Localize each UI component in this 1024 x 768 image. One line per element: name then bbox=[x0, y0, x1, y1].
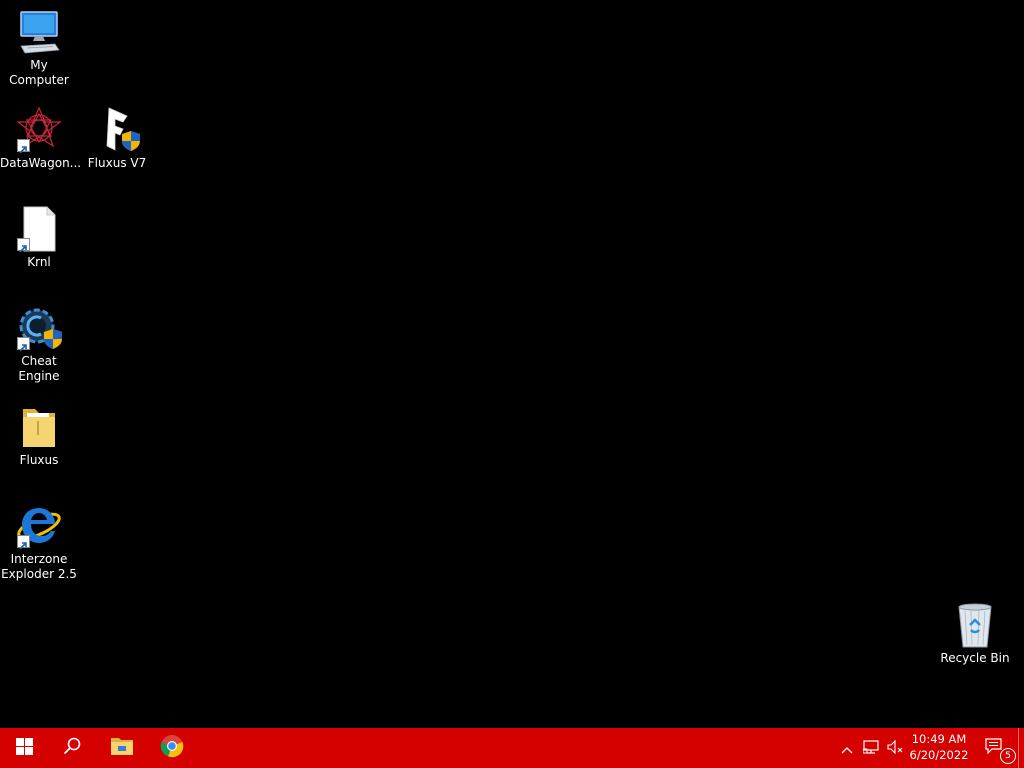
desktop-icon-fluxus-v7[interactable]: Fluxus V7 bbox=[78, 106, 156, 171]
desktop-icon-label: Cheat Engine bbox=[18, 354, 60, 383]
folder-icon bbox=[15, 403, 63, 451]
network-button[interactable] bbox=[860, 728, 882, 768]
desktop-icon-fluxus-folder[interactable]: Fluxus bbox=[0, 403, 78, 468]
search-button[interactable] bbox=[48, 728, 96, 768]
clock[interactable]: 10:49 AM 6/20/2022 bbox=[903, 731, 975, 763]
clock-time: 10:49 AM bbox=[911, 732, 967, 746]
network-icon bbox=[862, 739, 880, 758]
uac-shield-icon bbox=[43, 328, 63, 350]
desktop-icon-cheat-engine[interactable]: Cheat Engine bbox=[0, 304, 78, 384]
volume-muted-icon bbox=[886, 739, 904, 758]
desktop-icon-recycle-bin[interactable]: Recycle Bin bbox=[936, 601, 1014, 666]
desktop-icon-label: Krnl bbox=[27, 255, 51, 269]
recycle-bin-icon bbox=[951, 601, 999, 649]
desktop-icon-label: Fluxus V7 bbox=[87, 156, 147, 170]
desktop-icon-label: Fluxus bbox=[19, 453, 59, 467]
chevron-up-icon bbox=[841, 739, 853, 758]
windows-logo-icon bbox=[15, 737, 33, 759]
desktop-icon-krnl[interactable]: Krnl bbox=[0, 205, 78, 270]
start-button[interactable] bbox=[0, 728, 48, 768]
desktop-icon-interzone-exploder[interactable]: Interzone Exploder 2.5 bbox=[0, 502, 78, 582]
cheat-engine-icon bbox=[15, 304, 63, 352]
clock-date: 6/20/2022 bbox=[909, 748, 969, 762]
shortcut-arrow-icon bbox=[17, 337, 30, 352]
taskbar: 10:49 AM 6/20/2022 5 bbox=[0, 728, 1024, 768]
taskbar-chrome[interactable] bbox=[148, 728, 196, 768]
desktop-icon-label: My Computer bbox=[9, 58, 69, 87]
internet-explorer-icon bbox=[15, 502, 63, 550]
desktop[interactable]: My Computer DataWagon... Fluxus V7 Krnl … bbox=[0, 0, 1024, 728]
desktop-icon-label: Interzone Exploder 2.5 bbox=[1, 552, 77, 581]
notification-count-badge: 5 bbox=[1000, 748, 1016, 764]
shortcut-arrow-icon bbox=[17, 139, 30, 154]
notification-icon bbox=[984, 738, 1002, 758]
taskbar-file-explorer[interactable] bbox=[98, 728, 146, 768]
shortcut-arrow-icon bbox=[17, 535, 30, 550]
computer-icon bbox=[15, 8, 63, 56]
search-icon bbox=[63, 737, 81, 759]
fluxus-v7-icon bbox=[93, 106, 141, 154]
file-icon bbox=[15, 205, 63, 253]
chrome-icon bbox=[160, 734, 184, 762]
desktop-icon-label: Recycle Bin bbox=[940, 651, 1010, 665]
shortcut-arrow-icon bbox=[17, 238, 30, 253]
show-hidden-icons-button[interactable] bbox=[838, 728, 856, 768]
desktop-icon-datawagon[interactable]: DataWagon... bbox=[0, 106, 82, 171]
desktop-icon-label: DataWagon... bbox=[0, 156, 82, 170]
folder-icon bbox=[110, 736, 134, 760]
datawagon-icon bbox=[15, 106, 63, 154]
desktop-icon-my-computer[interactable]: My Computer bbox=[0, 8, 78, 88]
uac-shield-icon bbox=[121, 130, 141, 152]
show-desktop-button[interactable] bbox=[1018, 728, 1024, 768]
